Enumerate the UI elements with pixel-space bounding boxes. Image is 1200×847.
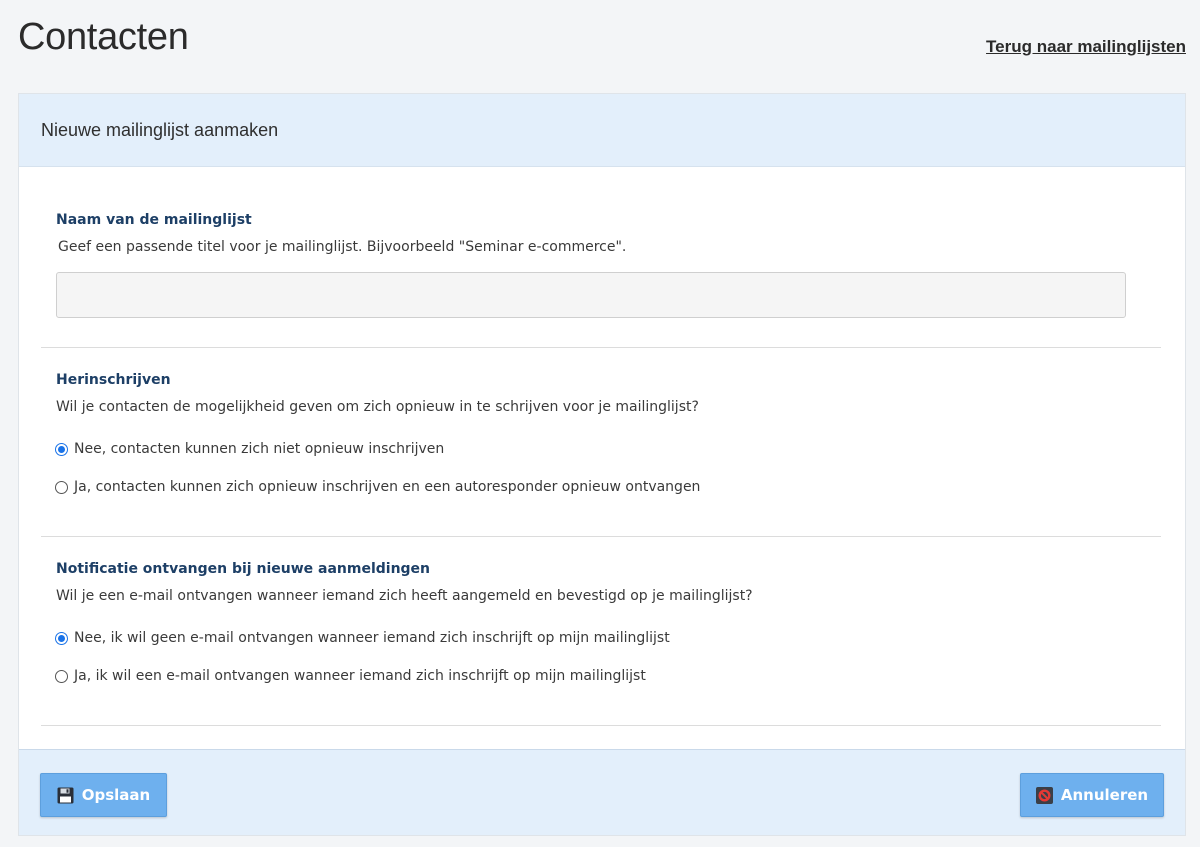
name-section: Naam van de mailinglijst Geef een passen… (41, 167, 1161, 348)
name-section-title: Naam van de mailinglijst (56, 212, 252, 228)
resubscribe-section-title: Herinschrijven (56, 372, 171, 388)
cancel-button-label: Annuleren (1060, 786, 1149, 804)
radio-checked[interactable] (55, 442, 68, 456)
mailinglist-name-input[interactable] (56, 272, 1126, 318)
panel-header: Nieuwe mailinglijst aanmaken (19, 94, 1185, 167)
radio-checked[interactable] (55, 631, 68, 645)
resubscribe-option-yes[interactable]: Ja, contacten kunnen zich opnieuw inschr… (55, 479, 700, 495)
create-mailinglist-panel: Nieuwe mailinglijst aanmaken Naam van de… (18, 93, 1186, 836)
radio-unchecked[interactable] (55, 480, 68, 494)
radio-unchecked[interactable] (55, 669, 68, 683)
notification-section-question: Wil je een e-mail ontvangen wanneer iema… (56, 588, 753, 604)
notification-section-title: Notificatie ontvangen bij nieuwe aanmeld… (56, 561, 431, 577)
notification-option-no[interactable]: Nee, ik wil geen e-mail ontvangen wannee… (55, 630, 670, 646)
save-button-label: Opslaan (81, 786, 151, 804)
cancel-button[interactable]: Annuleren (1020, 773, 1164, 817)
notification-option-yes[interactable]: Ja, ik wil een e-mail ontvangen wanneer … (55, 668, 646, 684)
radio-label: Nee, contacten kunnen zich niet opnieuw … (74, 441, 445, 457)
floppy-disk-icon (57, 787, 74, 804)
resubscribe-section-question: Wil je contacten de mogelijkheid geven o… (56, 399, 699, 415)
page-title: Contacten (18, 16, 189, 58)
resubscribe-option-no[interactable]: Nee, contacten kunnen zich niet opnieuw … (55, 441, 444, 457)
radio-label: Nee, ik wil geen e-mail ontvangen wannee… (74, 630, 670, 646)
back-to-mailinglists-link[interactable]: Terug naar mailinglijsten (986, 37, 1186, 57)
notification-section: Notificatie ontvangen bij nieuwe aanmeld… (41, 537, 1161, 726)
panel-title: Nieuwe mailinglijst aanmaken (41, 119, 279, 140)
resubscribe-section: Herinschrijven Wil je contacten de mogel… (41, 348, 1161, 537)
radio-label: Ja, ik wil een e-mail ontvangen wanneer … (74, 668, 646, 684)
no-entry-icon (1035, 786, 1053, 804)
radio-label: Ja, contacten kunnen zich opnieuw inschr… (74, 479, 701, 495)
save-button[interactable]: Opslaan (40, 773, 167, 817)
name-section-description: Geef een passende titel voor je mailingl… (58, 239, 627, 255)
panel-footer: Opslaan Annuleren (19, 749, 1185, 835)
